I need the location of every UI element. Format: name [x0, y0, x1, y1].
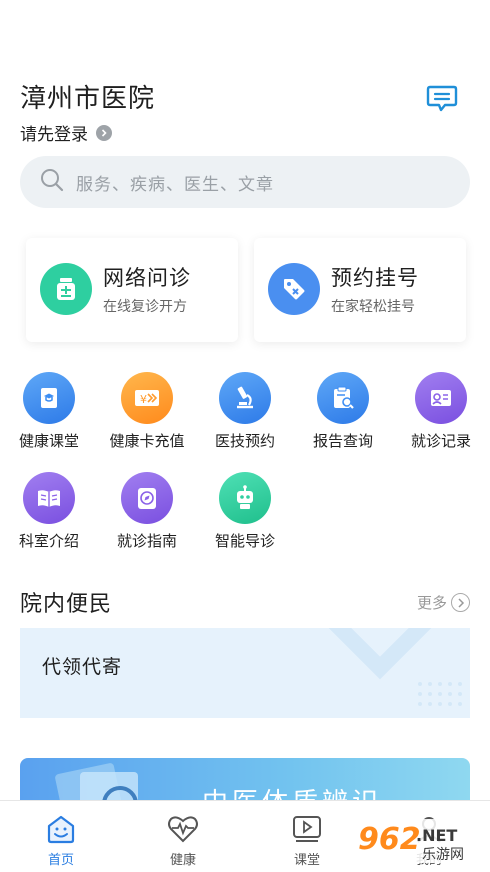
graduation-book-icon — [23, 372, 75, 424]
tag-icon — [268, 263, 320, 315]
login-prompt: 请先登录 — [20, 125, 88, 144]
grid-item-visit-records[interactable]: 就诊记录 — [392, 372, 490, 462]
card-subtitle: 在家轻松挂号 — [331, 298, 415, 314]
more-label: 更多 — [416, 595, 447, 612]
watermark-cn: 乐游网 — [422, 847, 464, 863]
appointment-card[interactable]: 预约挂号 在家轻松挂号 — [254, 238, 466, 342]
grid-label: 就诊记录 — [410, 433, 471, 450]
watermark-suffix: .NET — [416, 826, 457, 845]
hospital-name: 漳州市医院 — [20, 83, 156, 113]
watermark-number: 962 — [358, 822, 421, 857]
search-icon — [40, 168, 64, 197]
tab-classroom[interactable]: 课堂 — [267, 813, 347, 868]
robot-icon — [219, 472, 271, 524]
heartbeat-icon — [166, 813, 200, 845]
card-title: 网络问诊 — [103, 267, 191, 290]
grid-label: 报告查询 — [312, 433, 373, 450]
open-book-icon — [23, 472, 75, 524]
grid-item-smart-guide[interactable]: 智能导诊 — [196, 472, 294, 562]
more-link[interactable]: 更多 — [417, 592, 470, 613]
grid-item-report-query[interactable]: 报告查询 — [294, 372, 392, 462]
clipboard-search-icon — [317, 372, 369, 424]
header: 漳州市医院 请先登录 — [20, 78, 470, 148]
id-card-icon — [415, 372, 467, 424]
tab-health[interactable]: 健康 — [143, 813, 223, 868]
search-input[interactable]: 服务、疾病、医生、文章 — [20, 156, 470, 208]
grid-item-card-recharge[interactable]: ¥ 健康卡充值 — [98, 372, 196, 462]
grid-item-health-class[interactable]: 健康课堂 — [0, 372, 98, 462]
grid-label: 智能导诊 — [214, 533, 275, 550]
tab-home[interactable]: 首页 — [21, 813, 101, 868]
grid-item-medical-tech[interactable]: 医技预约 — [196, 372, 294, 462]
chevron-right-icon — [96, 124, 112, 141]
watermark-logo: 962 .NET 乐游网 — [352, 815, 486, 867]
online-consultation-card[interactable]: 网络问诊 在线复诊开方 — [26, 238, 238, 342]
card-title: 预约挂号 — [331, 267, 419, 290]
medicine-bottle-icon — [40, 263, 92, 315]
section-title: 院内便民 — [20, 591, 113, 616]
svg-text:¥: ¥ — [140, 393, 147, 406]
grid-label: 科室介绍 — [18, 533, 79, 550]
convenience-banner[interactable]: 代领代寄 — [20, 628, 470, 718]
grid-item-department-intro[interactable]: 科室介绍 — [0, 472, 98, 562]
video-play-icon — [290, 813, 324, 845]
banner-text: 代领代寄 — [42, 657, 123, 678]
search-placeholder: 服务、疾病、医生、文章 — [76, 174, 274, 194]
grid-item-visit-guide[interactable]: 就诊指南 — [98, 472, 196, 562]
grid-label: 健康卡充值 — [109, 433, 185, 450]
chevron-right-icon — [451, 593, 470, 612]
yuan-card-icon: ¥ — [121, 372, 173, 424]
card-subtitle: 在线复诊开方 — [103, 298, 187, 314]
tab-label: 课堂 — [293, 852, 320, 867]
compass-icon — [121, 472, 173, 524]
home-smile-icon — [44, 813, 78, 845]
tab-label: 首页 — [47, 852, 74, 867]
grid-label: 就诊指南 — [116, 533, 177, 550]
grid-label: 医技预约 — [214, 433, 275, 450]
grid-label: 健康课堂 — [18, 433, 79, 450]
message-icon[interactable] — [426, 84, 458, 114]
tab-label: 健康 — [169, 852, 196, 867]
microscope-icon — [219, 372, 271, 424]
login-link[interactable]: 请先登录 — [20, 120, 112, 145]
